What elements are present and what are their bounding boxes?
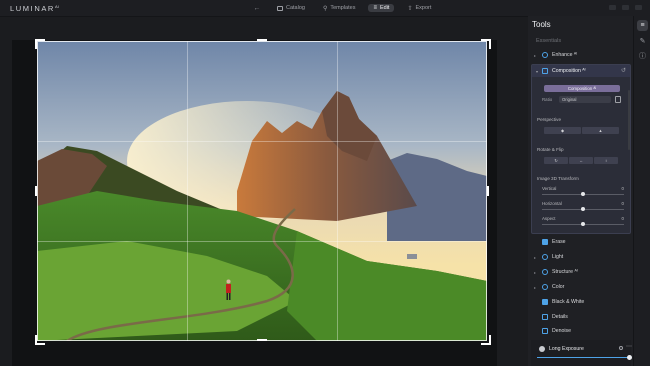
chevron-right-icon: ▸: [534, 284, 537, 290]
right-toolbar: ≡ ✎ ⓘ: [633, 16, 650, 366]
tab-templates[interactable]: ⚲ Templates: [318, 4, 360, 13]
crop-handle-top-right[interactable]: [481, 39, 491, 49]
composition-ai-button[interactable]: Composition ᴬᴵ: [544, 85, 620, 92]
more-icon[interactable]: ⋯: [626, 343, 632, 350]
crop-handle-top-left[interactable]: [35, 39, 45, 49]
window-controls: [609, 5, 642, 10]
horizontal-slider[interactable]: Horizontal 0: [542, 201, 624, 211]
maximize-button[interactable]: [622, 5, 629, 10]
image-canvas[interactable]: [12, 39, 497, 366]
denoise-icon: [542, 328, 548, 334]
crop-handle-bottom[interactable]: [257, 339, 267, 341]
crop-handle-right[interactable]: [487, 186, 489, 196]
structure-icon: [542, 269, 548, 275]
details-icon: [542, 314, 548, 320]
tool-color[interactable]: ▸ Color: [534, 282, 630, 292]
bw-icon: [542, 299, 548, 305]
chevron-right-icon: ▸: [534, 254, 537, 260]
tool-light[interactable]: ▸ Light: [534, 252, 630, 262]
sliders-icon[interactable]: ≡: [637, 20, 648, 31]
perspective-buttons: ◆ ▲: [544, 127, 619, 134]
flip-vertical-button[interactable]: ↕: [594, 157, 618, 164]
crop-handle-top[interactable]: [257, 39, 267, 41]
aspect-slider[interactable]: Aspect 0: [542, 216, 624, 226]
long-exposure-icon: [539, 346, 545, 352]
chevron-down-icon: ▾: [536, 68, 539, 74]
main-nav: ← Catalog ⚲ Templates ≡ Edit ⇧ Export: [250, 3, 436, 13]
perspective-horizontal-button[interactable]: ◆: [544, 127, 581, 134]
transform-label: Image 3D Transform: [537, 176, 579, 181]
folder-icon: [277, 5, 283, 11]
tools-scrollbar[interactable]: [628, 90, 630, 150]
perspective-vertical-button[interactable]: ▲: [582, 127, 619, 134]
tool-erase[interactable]: Erase: [534, 237, 630, 247]
rotate-button[interactable]: ↻: [544, 157, 568, 164]
chevron-right-icon: ▸: [534, 269, 537, 275]
sliders-icon: ≡: [373, 5, 377, 11]
reset-icon[interactable]: ↺: [621, 67, 626, 74]
long-exposure-tool[interactable]: Long Exposure ⋯: [531, 340, 632, 366]
tool-enhance[interactable]: ▸ Enhance ᴬᴵ: [534, 50, 630, 60]
ratio-label: Ratio: [542, 97, 553, 102]
composition-panel: ▾ Composition ᴬᴵ ↺ Composition ᴬᴵ Ratio …: [531, 64, 631, 234]
tool-black-white[interactable]: Black & White: [534, 297, 630, 307]
lock-icon[interactable]: [615, 96, 621, 103]
close-button[interactable]: [635, 5, 642, 10]
tool-denoise[interactable]: Denoise: [534, 326, 630, 336]
brush-icon[interactable]: ✎: [637, 35, 648, 46]
back-arrow-icon[interactable]: ←: [250, 5, 264, 12]
tab-edit[interactable]: ≡ Edit: [368, 4, 395, 12]
info-icon[interactable]: ⓘ: [637, 50, 648, 61]
rotate-flip-label: Rotate & Flip: [537, 147, 564, 152]
crop-icon: [542, 68, 549, 74]
tool-details[interactable]: Details: [534, 312, 630, 322]
slider-knob[interactable]: [581, 222, 585, 226]
minimize-button[interactable]: [609, 5, 616, 10]
toggle-icon[interactable]: [619, 346, 623, 350]
sun-icon: [542, 254, 548, 260]
crop-frame[interactable]: [37, 41, 487, 341]
tool-structure[interactable]: ▸ Structure ᴬᴵ: [534, 267, 630, 277]
slider-knob[interactable]: [627, 355, 632, 360]
color-icon: [542, 284, 548, 290]
perspective-label: Perspective: [537, 117, 562, 122]
top-bar: LUMINARAI ← Catalog ⚲ Templates ≡ Edit ⇧ Ex…: [0, 0, 650, 17]
crop-handle-bottom-left[interactable]: [35, 335, 45, 345]
composition-header[interactable]: ▾ Composition ᴬᴵ ↺: [532, 65, 630, 77]
vertical-slider[interactable]: Vertical 0: [542, 186, 624, 196]
app-logo: LUMINARAI: [10, 4, 59, 13]
flip-horizontal-button[interactable]: ↔: [569, 157, 593, 164]
search-icon: ⚲: [322, 5, 328, 12]
erase-icon: [542, 239, 548, 245]
rotate-flip-buttons: ↻ ↔ ↕: [544, 157, 618, 164]
tools-title: Tools: [532, 20, 551, 29]
enhance-icon: [542, 52, 548, 58]
crop-handle-bottom-right[interactable]: [481, 335, 491, 345]
share-icon: ⇧: [407, 5, 413, 12]
tab-catalog[interactable]: Catalog: [272, 4, 310, 12]
essentials-label: Essentials: [536, 38, 562, 44]
tab-export[interactable]: ⇧ Export: [402, 4, 436, 13]
chevron-right-icon: ▸: [534, 52, 537, 58]
slider-knob[interactable]: [581, 207, 585, 211]
crop-handle-left[interactable]: [35, 186, 37, 196]
ratio-select[interactable]: Original: [559, 96, 611, 103]
slider-knob[interactable]: [581, 192, 585, 196]
